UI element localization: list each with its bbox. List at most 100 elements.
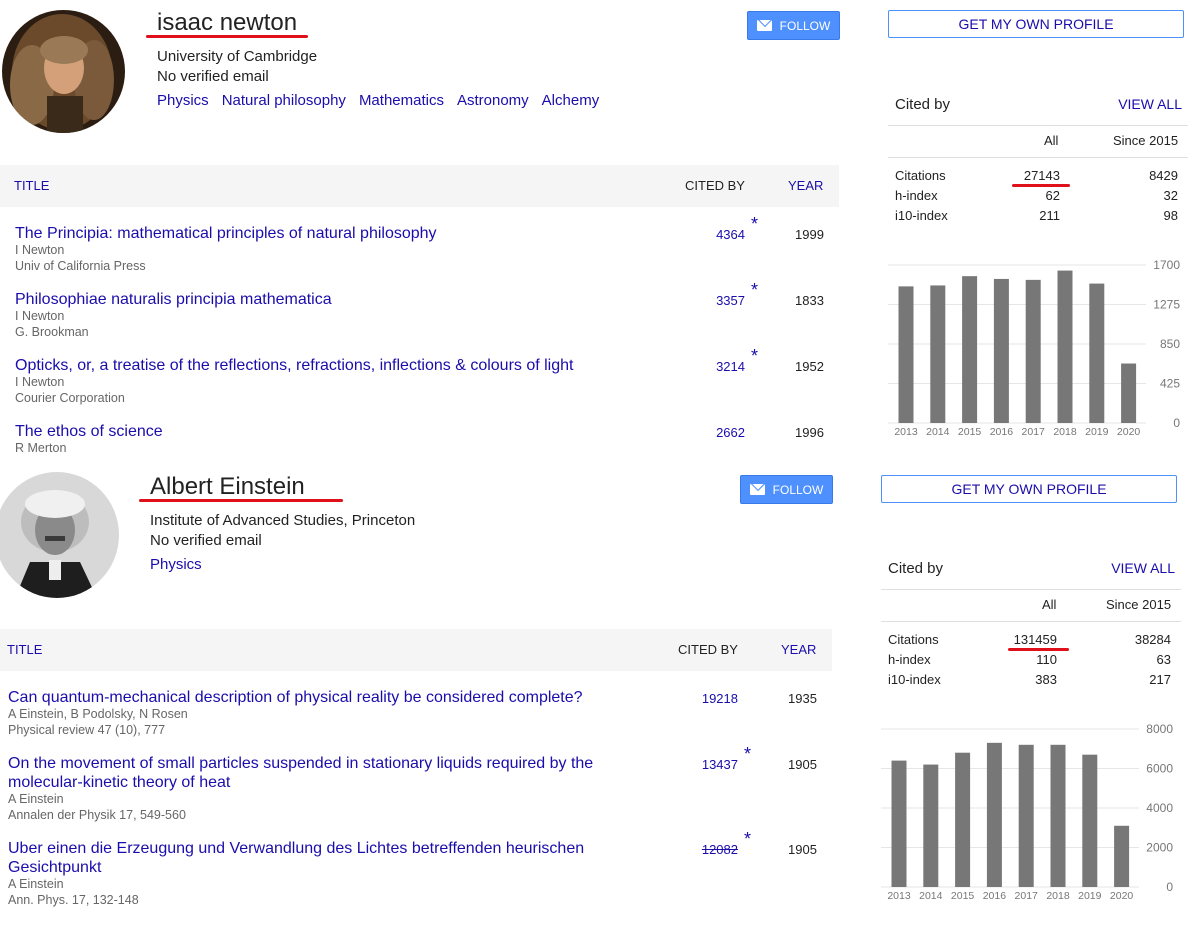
- x-tick-label: 2015: [958, 426, 982, 438]
- y-tick-label: 850: [1160, 337, 1180, 351]
- x-tick-label: 2020: [1110, 890, 1134, 902]
- follow-button[interactable]: FOLLOW: [747, 11, 840, 40]
- article-title[interactable]: Philosophiae naturalis principia mathema…: [15, 290, 332, 309]
- article-title[interactable]: The ethos of science: [15, 422, 163, 441]
- interest-link[interactable]: Physics: [157, 92, 209, 109]
- sort-cited-by[interactable]: CITED BY: [685, 178, 745, 193]
- merged-star[interactable]: *: [744, 829, 751, 850]
- bar-2013[interactable]: [898, 286, 914, 423]
- sort-year[interactable]: YEAR: [788, 178, 823, 193]
- merged-star[interactable]: *: [751, 346, 758, 367]
- bar-2014[interactable]: [923, 764, 939, 887]
- divider: [881, 589, 1181, 590]
- cited-by-count[interactable]: 13437: [678, 757, 738, 772]
- article-venue: Ann. Phys. 17, 132-148: [8, 893, 139, 907]
- article-year: 1999: [795, 227, 824, 242]
- mail-icon: [749, 484, 765, 495]
- interest-link[interactable]: Alchemy: [542, 92, 600, 109]
- y-tick-label: 425: [1160, 377, 1180, 391]
- article-year: 1996: [795, 425, 824, 440]
- bar-2014[interactable]: [930, 285, 946, 423]
- affiliation: University of Cambridge: [157, 48, 318, 65]
- article-authors: R Merton: [15, 441, 67, 455]
- bar-2013[interactable]: [891, 760, 907, 887]
- metric-since: 63: [1156, 652, 1171, 667]
- metric-all: 131459: [1013, 632, 1057, 647]
- cited-by-count[interactable]: 4364: [685, 227, 745, 242]
- article-title[interactable]: Uber einen die Erzeugung und Verwandlung…: [8, 839, 608, 877]
- avatar: [0, 472, 119, 598]
- profile-name: isaac newton: [157, 9, 298, 36]
- y-tick-label: 6000: [1146, 762, 1173, 776]
- article-authors: I Newton: [15, 243, 65, 257]
- avatar: [2, 10, 125, 133]
- cited-by-count[interactable]: 3214: [685, 359, 745, 374]
- affiliation: Institute of Advanced Studies, Princeton: [150, 512, 416, 529]
- article-title[interactable]: Can quantum-mechanical description of ph…: [8, 688, 583, 707]
- bar-2018[interactable]: [1050, 744, 1066, 887]
- bar-2015[interactable]: [962, 276, 978, 423]
- y-tick-label: 1275: [1153, 298, 1180, 312]
- cited-by-count[interactable]: 2662: [685, 425, 745, 440]
- merged-star[interactable]: *: [744, 744, 751, 765]
- article-year: 1935: [788, 691, 817, 706]
- profile-name: Albert Einstein: [150, 473, 305, 500]
- bar-2015[interactable]: [955, 752, 971, 887]
- follow-button[interactable]: FOLLOW: [740, 475, 833, 504]
- cited-by-count[interactable]: 3357: [685, 293, 745, 308]
- citations-chart: 1700 1275 850 425 0 2013 2014 2015 2016 2017 2018 2…: [888, 258, 1180, 438]
- metric-all: 383: [1035, 672, 1057, 687]
- bar-2016[interactable]: [993, 278, 1009, 423]
- x-tick-label: 2018: [1046, 890, 1070, 902]
- article-authors: I Newton: [15, 375, 65, 389]
- interest-link[interactable]: Mathematics: [359, 92, 444, 109]
- article-authors: A Einstein: [8, 792, 64, 806]
- sort-cited-by[interactable]: CITED BY: [678, 642, 738, 657]
- metric-since: 217: [1149, 672, 1171, 687]
- metric-label: h-index: [888, 652, 931, 667]
- metric-since: 98: [1163, 208, 1178, 223]
- name-underline: [146, 35, 308, 38]
- metric-since: 38284: [1134, 632, 1171, 647]
- sort-year[interactable]: YEAR: [781, 642, 816, 657]
- bar-2017[interactable]: [1025, 279, 1041, 423]
- sort-title[interactable]: TITLE: [7, 642, 42, 657]
- x-tick-label: 2017: [1015, 890, 1039, 902]
- view-all-link[interactable]: VIEW ALL: [1111, 560, 1175, 576]
- cited-by-count[interactable]: 12082: [678, 842, 738, 857]
- bar-2019[interactable]: [1082, 754, 1098, 887]
- metric-label: Citations: [888, 632, 939, 647]
- y-tick-label: 4000: [1146, 801, 1173, 815]
- col-since: Since 2015: [1106, 597, 1172, 612]
- bar-2020[interactable]: [1121, 363, 1137, 423]
- article-venue: Annalen der Physik 17, 549-560: [8, 808, 186, 822]
- bar-2020[interactable]: [1114, 825, 1130, 887]
- article-title[interactable]: Opticks, or, a treatise of the reflectio…: [15, 356, 573, 375]
- article-title[interactable]: On the movement of small particles suspe…: [8, 754, 668, 792]
- bar-2018[interactable]: [1057, 270, 1073, 423]
- article-year: 1905: [788, 842, 817, 857]
- mail-icon: [756, 20, 772, 31]
- x-tick-label: 2014: [926, 426, 950, 438]
- interest-link[interactable]: Natural philosophy: [222, 92, 346, 109]
- article-year: 1905: [788, 757, 817, 772]
- metric-all: 211: [1039, 208, 1060, 223]
- get-own-profile-button[interactable]: GET MY OWN PROFILE: [881, 475, 1177, 503]
- bar-2016[interactable]: [986, 742, 1002, 887]
- get-own-profile-button[interactable]: GET MY OWN PROFILE: [888, 10, 1184, 38]
- x-tick-label: 2018: [1053, 426, 1077, 438]
- bar-2017[interactable]: [1018, 744, 1034, 887]
- cited-by-count[interactable]: 19218: [678, 691, 738, 706]
- bar-2019[interactable]: [1089, 283, 1105, 423]
- interest-link[interactable]: Astronomy: [457, 92, 529, 109]
- interest-link[interactable]: Physics: [150, 556, 202, 573]
- merged-star[interactable]: *: [751, 214, 758, 235]
- view-all-link[interactable]: VIEW ALL: [1118, 96, 1182, 112]
- x-tick-label: 2016: [983, 890, 1007, 902]
- col-since: Since 2015: [1113, 133, 1179, 148]
- x-tick-label: 2015: [951, 890, 975, 902]
- merged-star[interactable]: *: [751, 280, 758, 301]
- follow-label: FOLLOW: [779, 18, 831, 33]
- sort-title[interactable]: TITLE: [14, 178, 49, 193]
- article-title[interactable]: The Principia: mathematical principles o…: [15, 224, 437, 243]
